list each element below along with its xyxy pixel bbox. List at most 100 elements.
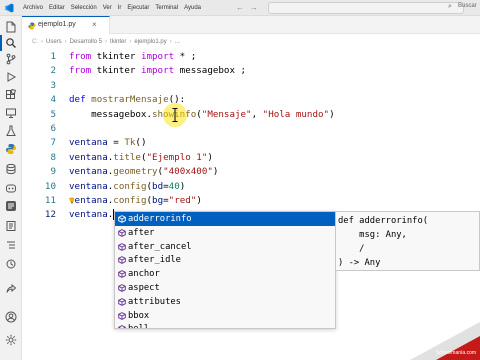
line-number: 8	[50, 151, 56, 163]
code-line[interactable]: 4 def mostrarMensaje():	[22, 93, 480, 107]
lightbulb-icon[interactable]	[69, 197, 75, 204]
tab-ejemplo1-py[interactable]: ejemplo1.py ×	[22, 16, 110, 34]
containers-icon[interactable]	[5, 200, 17, 212]
explorer-icon[interactable]	[5, 21, 17, 33]
code-token: "Hola mundo"	[262, 108, 330, 120]
code-line[interactable]: 7 ventana = Tk()	[22, 136, 480, 150]
python-icon[interactable]	[5, 143, 17, 155]
method-cube-icon	[118, 242, 126, 251]
back-arrow-icon[interactable]: ←	[236, 2, 244, 14]
tab-close-icon[interactable]: ×	[92, 20, 97, 30]
code-line[interactable]: 3	[22, 79, 480, 93]
code-token: ventana	[69, 180, 108, 192]
signature-line: def adderrorinfo(	[338, 216, 429, 226]
manage-gear-icon[interactable]	[5, 334, 17, 346]
command-center-search[interactable]	[268, 2, 464, 14]
timeline-icon[interactable]	[5, 258, 17, 270]
code-line[interactable]: 10 ventana.config(bd=40)	[22, 180, 480, 194]
suggestion-label: after_idle	[128, 255, 181, 266]
code-line[interactable]: 11 ventana.config(bg="red")	[22, 194, 480, 208]
line-number: 10	[44, 180, 56, 192]
line-number: 11	[44, 195, 56, 206]
code-token: Tk	[124, 137, 136, 149]
suggestion-label: after	[128, 227, 155, 238]
code-token: tkinter	[91, 65, 141, 77]
code-token: "Ejemplo 1"	[146, 151, 208, 163]
suggestion-label: bbox	[128, 310, 150, 321]
code-token: config	[113, 180, 147, 192]
testing-icon[interactable]	[5, 125, 17, 137]
forward-arrow-icon[interactable]: →	[250, 2, 258, 14]
remote-explorer-icon[interactable]	[5, 107, 17, 119]
code-line[interactable]: 9 ventana.geometry("400x400")	[22, 165, 480, 179]
method-cube-icon	[118, 215, 126, 223]
menu-item[interactable]: Terminal	[152, 0, 181, 16]
menu-item[interactable]: Ejecutar	[124, 0, 152, 16]
code-token: =	[107, 137, 125, 149]
breadcrumb-item[interactable]: tkinter	[110, 39, 126, 45]
suggestion-item[interactable]: after_idle	[115, 253, 335, 267]
breadcrumb-item[interactable]: Desarrollo 5	[70, 39, 102, 45]
database-icon[interactable]	[5, 163, 17, 175]
notebook-icon[interactable]	[5, 220, 17, 232]
code-token: "400x400"	[163, 166, 213, 178]
code-line[interactable]: 5 messagebox.showinfo("Mensaje", "Hola m…	[22, 108, 480, 122]
code-line[interactable]: 6	[22, 122, 480, 136]
menu-item[interactable]: Ver	[100, 0, 115, 16]
suggestion-item[interactable]: after_cancel	[115, 240, 335, 254]
suggestion-item[interactable]: after	[115, 226, 335, 240]
code-token: import	[140, 51, 175, 62]
code-token: ventana	[69, 137, 108, 149]
python-file-icon	[28, 22, 36, 30]
breadcrumb-item[interactable]: Users	[46, 39, 62, 45]
vscode-logo-icon	[4, 3, 14, 13]
code-token: )	[212, 166, 219, 178]
source-control-icon[interactable]	[5, 53, 17, 65]
run-debug-icon[interactable]	[5, 71, 17, 83]
code-token: messagebox.	[69, 108, 152, 120]
code-token: ventana	[69, 209, 108, 221]
breadcrumb-item[interactable]: ejemplo1.py	[134, 39, 166, 45]
code-text: from tkinter import messagebox ;	[69, 64, 246, 78]
menu-item[interactable]: Archivo	[20, 0, 46, 16]
method-cube-icon	[118, 256, 126, 265]
code-token: )	[196, 195, 202, 206]
text-cursor-ibeam-icon	[172, 108, 178, 122]
menu-item[interactable]: Selección	[68, 0, 100, 16]
suggestion-item[interactable]: adderrorinfo	[115, 212, 335, 226]
code-token: ,	[251, 108, 263, 120]
outline-icon[interactable]	[5, 239, 17, 251]
code-line[interactable]: 1 from tkinter import * ;	[22, 50, 480, 64]
code-text: ventana.config(bg="red")	[69, 194, 202, 208]
share-icon[interactable]	[5, 283, 17, 295]
extensions-icon[interactable]	[5, 89, 17, 101]
menu-item[interactable]: Editar	[46, 0, 68, 16]
suggestion-label: anchor	[128, 269, 160, 280]
autocomplete-suggestions[interactable]: adderrorinfo after after_cancel after_idlea…	[114, 211, 336, 329]
title-bar: Archivo Editar Selección Ver Ir Ejecutar Termi…	[0, 0, 480, 16]
line-number: 12	[44, 209, 56, 221]
code-line[interactable]: 8 ventana.title("Ejemplo 1")	[22, 151, 480, 165]
suggestion-item[interactable]: attributes	[115, 295, 335, 309]
suggestion-item[interactable]: bbox	[115, 309, 335, 323]
menu-item[interactable]: Ir	[115, 0, 125, 16]
line-number: 4	[50, 94, 56, 106]
line-number: 1	[50, 51, 56, 62]
suggestion-item[interactable]: anchor	[115, 267, 335, 281]
breadcrumb-item[interactable]: ...	[175, 39, 180, 45]
suggestion-label: aspect	[128, 283, 160, 293]
tab-label: ejemplo1.py	[38, 21, 76, 28]
code-line[interactable]: 2 from tkinter import messagebox ;	[22, 64, 480, 78]
chevron-right-icon: ›	[105, 39, 108, 45]
line-number: 9	[50, 166, 56, 178]
github-copilot-icon[interactable]	[5, 182, 17, 194]
menu-item[interactable]: Ayuda	[181, 0, 204, 16]
suggestion-item[interactable]: aspect	[115, 281, 335, 295]
code-token: bg	[152, 195, 164, 206]
line-number: 6	[50, 123, 56, 134]
search-view-icon[interactable]	[5, 37, 17, 49]
code-token: * ;	[174, 51, 197, 62]
code-token: tkinter	[91, 51, 141, 62]
accounts-icon[interactable]	[5, 311, 17, 323]
suggestion-item[interactable]: bell	[115, 322, 335, 328]
